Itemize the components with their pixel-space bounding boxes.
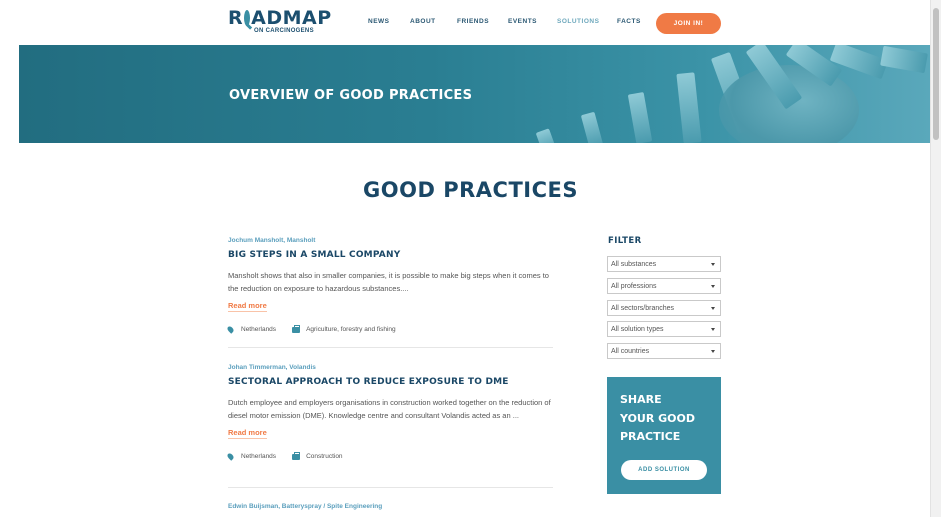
sectors-select[interactable]: All sectors/branches	[607, 300, 721, 316]
domino-image	[580, 111, 604, 143]
read-more-link[interactable]: Read more	[228, 428, 267, 439]
logo-wordmark: R ADMAP	[228, 7, 331, 29]
page-title: GOOD PRACTICES	[363, 178, 578, 202]
solution-types-select[interactable]: All solution types	[607, 321, 721, 337]
roadmap-logo[interactable]: R ADMAP ON CARCINOGENS	[228, 7, 331, 38]
map-pin-icon	[226, 452, 235, 461]
read-more-link[interactable]: Read more	[228, 301, 267, 312]
page-scrollbar[interactable]	[930, 0, 941, 517]
practice-title[interactable]: SECTORAL APPROACH TO REDUCE EXPOSURE TO …	[228, 377, 553, 387]
domino-image	[627, 91, 653, 143]
practice-meta: Netherlands Agriculture, forestry and fi…	[226, 324, 553, 334]
practice-author[interactable]: Jochum Mansholt, Mansholt	[228, 237, 553, 244]
select-value: All substances	[611, 260, 657, 268]
logo-letter: R	[228, 7, 244, 29]
share-line: YOUR GOOD	[620, 411, 696, 425]
practice-card: Jochum Mansholt, Mansholt BIG STEPS IN A…	[226, 237, 553, 334]
nav-solutions[interactable]: SOLUTIONS	[557, 18, 599, 25]
practice-card: Johan Timmerman, Volandis SECTORAL APPRO…	[226, 364, 553, 461]
professions-select[interactable]: All professions	[607, 278, 721, 294]
practice-author[interactable]: Johan Timmerman, Volandis	[228, 364, 553, 371]
countries-select[interactable]: All countries	[607, 343, 721, 359]
nav-about[interactable]: ABOUT	[410, 18, 436, 25]
practice-description: Mansholt shows that also in smaller comp…	[228, 271, 549, 293]
scrollbar-thumb[interactable]	[933, 8, 939, 140]
substances-select[interactable]: All substances	[607, 256, 721, 272]
nav-events[interactable]: EVENTS	[508, 18, 537, 25]
hero-banner: OVERVIEW OF GOOD PRACTICES	[19, 45, 930, 143]
practice-country: Netherlands	[241, 453, 277, 460]
add-solution-button[interactable]: ADD SOLUTION	[621, 460, 707, 480]
domino-image	[880, 45, 928, 74]
logo-letters: ADMAP	[251, 7, 332, 29]
magnifier-icon	[244, 10, 251, 26]
briefcase-icon	[292, 324, 301, 333]
practice-sector: Construction	[306, 453, 343, 460]
share-practice-box: SHARE YOUR GOOD PRACTICE ADD SOLUTION	[607, 377, 721, 494]
domino-image	[676, 72, 702, 143]
select-value: All sectors/branches	[611, 304, 675, 312]
practice-description: Dutch employee and employers organisatio…	[228, 398, 551, 420]
share-line: PRACTICE	[620, 430, 681, 443]
caret-down-icon	[711, 263, 715, 266]
practice-meta: Netherlands Construction	[226, 451, 553, 461]
select-value: All countries	[611, 347, 650, 355]
domino-image	[535, 128, 557, 143]
practice-author[interactable]: Edwin Buijsman, Batteryspray / Spite Eng…	[228, 503, 553, 510]
join-in-button[interactable]: JOIN IN!	[656, 13, 721, 34]
practice-country: Netherlands	[241, 326, 277, 333]
logo-subtitle: ON CARCINOGENS	[254, 28, 314, 34]
divider	[228, 347, 553, 348]
select-value: All professions	[611, 282, 657, 290]
map-pin-icon	[226, 325, 235, 334]
nav-news[interactable]: NEWS	[368, 18, 390, 25]
practice-card: Edwin Buijsman, Batteryspray / Spite Eng…	[228, 503, 553, 510]
nav-facts[interactable]: FACTS	[617, 18, 641, 25]
share-line: SHARE	[620, 393, 662, 406]
caret-down-icon	[711, 350, 715, 353]
briefcase-icon	[292, 451, 301, 460]
practice-title[interactable]: BIG STEPS IN A SMALL COMPANY	[228, 250, 553, 260]
caret-down-icon	[711, 285, 715, 288]
practice-sector: Agriculture, forestry and fishing	[306, 326, 396, 333]
caret-down-icon	[711, 307, 715, 310]
share-heading: SHARE YOUR GOOD PRACTICE	[620, 391, 695, 447]
caret-down-icon	[711, 328, 715, 331]
site-header: R ADMAP ON CARCINOGENS NEWS ABOUT FRIEND…	[0, 0, 930, 45]
select-value: All solution types	[611, 325, 664, 333]
hero-title: OVERVIEW OF GOOD PRACTICES	[229, 88, 473, 103]
filter-title: FILTER	[608, 236, 642, 246]
divider	[228, 487, 553, 488]
nav-friends[interactable]: FRIENDS	[457, 18, 489, 25]
